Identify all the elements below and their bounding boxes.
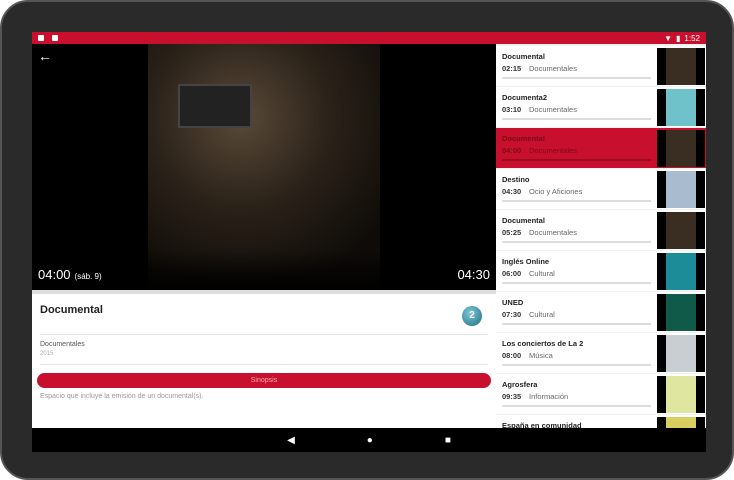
end-time: 04:30 (457, 267, 490, 282)
item-genre: Documentales (529, 64, 577, 73)
item-progress (502, 405, 651, 407)
schedule-item[interactable]: Documental 04:00 Documentales (496, 128, 706, 168)
recents-icon[interactable]: ■ (445, 435, 451, 446)
program-title: Documental (40, 304, 103, 316)
item-progress (502, 200, 651, 202)
tablet-frame: ▼ ▮ 1:52 ← 04:00 (sáb. 9) 04:30 Documental … (0, 0, 734, 480)
item-genre: Ocio y Aficiones (529, 187, 583, 196)
item-thumbnail (657, 212, 705, 249)
battery-icon: ▮ (676, 33, 681, 43)
schedule-item[interactable]: Documental 02:15 Documentales (496, 46, 706, 86)
item-title: Documental (502, 134, 545, 143)
notification-icon (52, 35, 58, 41)
item-progress (502, 241, 651, 243)
item-time: 03:10 (502, 105, 522, 114)
item-time: 09:35 (502, 392, 522, 401)
item-time: 05:25 (502, 228, 522, 237)
item-thumbnail (657, 130, 705, 167)
item-title: UNED (502, 298, 524, 307)
item-progress (502, 77, 651, 79)
item-time: 04:00 (502, 146, 522, 155)
program-year: 2015 (40, 351, 54, 357)
item-thumbnail (657, 253, 705, 290)
back-arrow-icon[interactable]: ← (38, 48, 52, 64)
item-thumbnail (657, 417, 705, 428)
schedule-item[interactable]: Destino 04:30 Ocio y Aficiones (496, 169, 706, 209)
item-progress (502, 364, 651, 366)
item-genre: Música (529, 351, 553, 360)
item-genre: Cultural (529, 269, 555, 278)
item-title: Los conciertos de La 2 (502, 339, 584, 348)
back-icon[interactable]: ◀ (287, 435, 295, 446)
video-player[interactable]: ← 04:00 (sáb. 9) 04:30 (32, 44, 496, 290)
item-title: Documental (502, 216, 545, 225)
schedule-item[interactable]: España en comunidad (496, 415, 706, 428)
item-thumbnail (657, 376, 705, 413)
item-genre: Documentales (529, 146, 577, 155)
schedule-item[interactable]: Documental 05:25 Documentales (496, 210, 706, 250)
item-progress (502, 323, 651, 325)
start-time: 04:00 (sáb. 9) (38, 267, 102, 282)
wifi-icon: ▼ (664, 33, 673, 43)
item-progress (502, 282, 651, 284)
program-genre: Documentales (40, 341, 85, 348)
item-time: 06:00 (502, 269, 522, 278)
item-genre: Información (529, 392, 569, 401)
screen: ▼ ▮ 1:52 ← 04:00 (sáb. 9) 04:30 Documental … (32, 32, 706, 452)
schedule-item[interactable]: UNED 07:30 Cultural (496, 292, 706, 332)
item-genre: Documentales (529, 105, 577, 114)
schedule-list[interactable]: Documental 02:15 Documentales Documenta2… (496, 44, 706, 428)
schedule-item[interactable]: Documenta2 03:10 Documentales (496, 87, 706, 127)
clock: 1:52 (684, 33, 700, 43)
status-bar: ▼ ▮ 1:52 (32, 32, 706, 44)
item-thumbnail (657, 335, 705, 372)
item-time: 02:15 (502, 64, 522, 73)
item-title: España en comunidad (502, 421, 582, 428)
nav-bar: ◀ ● ■ (32, 428, 706, 452)
item-title: Documenta2 (502, 93, 548, 102)
item-time: 04:30 (502, 187, 522, 196)
item-title: Inglés Online (502, 257, 550, 266)
schedule-item[interactable]: Agrosfera 09:35 Información (496, 374, 706, 414)
item-progress (502, 159, 651, 161)
item-title: Agrosfera (502, 380, 538, 389)
item-title: Destino (502, 175, 530, 184)
item-genre: Documentales (529, 228, 577, 237)
notification-icon (38, 35, 44, 41)
item-title: Documental (502, 52, 545, 61)
item-thumbnail (657, 294, 705, 331)
synopsis-text: Espacio que incluye la emisión de un doc… (40, 393, 204, 400)
home-icon[interactable]: ● (367, 435, 373, 446)
item-thumbnail (657, 48, 705, 85)
sinopsis-button[interactable]: Sinopsis (37, 373, 491, 388)
item-time: 08:00 (502, 351, 522, 360)
item-progress (502, 118, 651, 120)
schedule-item[interactable]: Los conciertos de La 2 08:00 Música (496, 333, 706, 373)
item-genre: Cultural (529, 310, 555, 319)
channel-logo: 2 (462, 306, 482, 326)
item-thumbnail (657, 89, 705, 126)
item-thumbnail (657, 171, 705, 208)
item-time: 07:30 (502, 310, 522, 319)
program-detail: Documental 2 Documentales 2015 Sinopsis … (32, 294, 496, 428)
schedule-item[interactable]: Inglés Online 06:00 Cultural (496, 251, 706, 291)
